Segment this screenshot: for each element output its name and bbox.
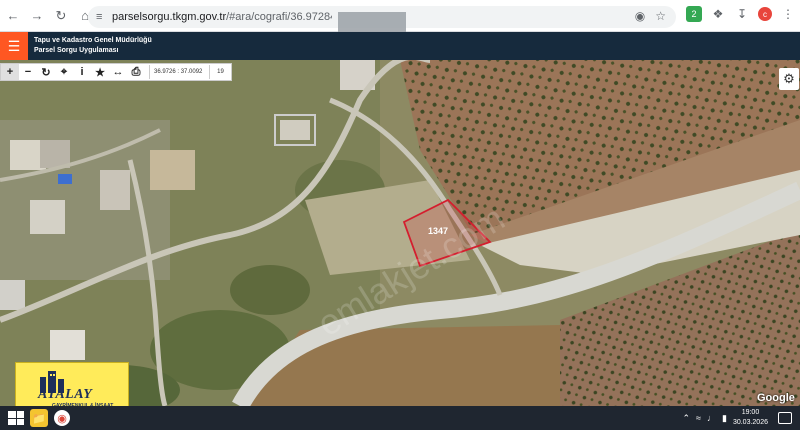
zoom-in-icon[interactable]: +: [1, 64, 19, 80]
bookmark-icon[interactable]: ★: [91, 64, 109, 80]
system-clock[interactable]: 19:00 30.03.2026: [733, 408, 768, 428]
menu-icon[interactable]: ☰: [0, 32, 28, 60]
volume-icon[interactable]: ♩: [707, 413, 716, 423]
extensions-icon[interactable]: ❖: [710, 6, 726, 22]
google-attribution: Google: [757, 392, 795, 404]
zoom-out-icon[interactable]: −: [19, 64, 37, 80]
wifi-icon[interactable]: ≈: [696, 413, 701, 423]
forward-icon[interactable]: →: [26, 5, 48, 27]
gear-icon[interactable]: ⚙: [779, 68, 799, 90]
parcel-label: 1347: [428, 226, 449, 236]
clock-date: 30.03.2026: [732, 419, 768, 426]
app-title: Tapu ve Kadastro Genel Müdürlüğü: [34, 37, 152, 44]
url-path: /#ara/cografi/36.972843264633866/37.: [226, 11, 332, 23]
zoom-level: 19: [209, 65, 231, 79]
map-toolbar: + − ↻ ⌖ i ★ ↔ ⎙ 36.9726 : 37.0092 19: [0, 63, 232, 81]
redacted-area: [338, 12, 406, 34]
print-icon[interactable]: ⎙: [127, 64, 145, 80]
more-icon[interactable]: ⋮: [780, 6, 796, 22]
battery-icon[interactable]: ▮: [722, 413, 727, 424]
measure-icon[interactable]: ↔: [109, 64, 127, 80]
locate-icon[interactable]: ⌖: [55, 64, 73, 80]
file-explorer-icon[interactable]: 📁: [30, 409, 48, 427]
extension-badge[interactable]: 2: [686, 6, 702, 22]
url-host: parselsorgu.tkgm.gov.tr: [112, 11, 227, 23]
clock-time: 19:00: [741, 409, 760, 416]
back-icon[interactable]: ←: [2, 5, 24, 27]
reload-icon[interactable]: ↻: [50, 5, 72, 27]
tune-icon[interactable]: ≡: [96, 11, 112, 23]
logo-name: ATALAY: [38, 387, 93, 402]
star-icon[interactable]: ☆: [655, 9, 666, 23]
taskbar: 📁 ◉ ⌃ ≈ ♩ ▮ 19:00 30.03.2026: [0, 406, 800, 430]
browser-toolbar: ← → ↻ ⌂ ≡ parselsorgu.tkgm.gov.tr/#ara/c…: [0, 0, 800, 34]
avatar[interactable]: c: [758, 7, 772, 21]
windows-icon[interactable]: [8, 411, 24, 425]
refresh-icon[interactable]: ↻: [37, 64, 55, 80]
coordinate-readout: 36.9726 : 37.0092: [149, 65, 209, 79]
satellite-map[interactable]: emlakjet.com: [0, 60, 800, 406]
chrome-icon[interactable]: ◉: [54, 410, 70, 426]
chevron-up-icon[interactable]: ⌃: [683, 413, 691, 424]
app-subtitle: Parsel Sorgu Uygulaması: [34, 47, 119, 54]
download-icon[interactable]: ↧: [734, 6, 750, 22]
map-imagery: [0, 60, 800, 406]
notification-icon[interactable]: [778, 412, 792, 424]
info-icon[interactable]: i: [73, 64, 91, 80]
app-header: ☰ Tapu ve Kadastro Genel Müdürlüğü Parse…: [0, 32, 800, 60]
location-icon[interactable]: ◉: [635, 9, 645, 23]
url-text: parselsorgu.tkgm.gov.tr/#ara/cografi/36.…: [112, 11, 332, 23]
